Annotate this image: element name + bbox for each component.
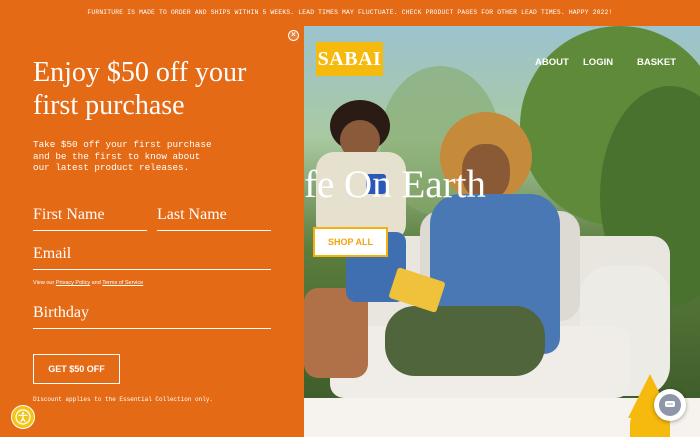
get-discount-button[interactable]: GET $50 OFF <box>33 354 120 384</box>
shop-all-button[interactable]: SHOP ALL <box>313 227 388 257</box>
announcement-bar: FURNITURE IS MADE TO ORDER AND SHIPS WIT… <box>0 0 700 26</box>
brand-logo[interactable]: SABAI <box>316 42 383 76</box>
privacy-policy-link[interactable]: Privacy Policy <box>56 280 90 286</box>
accessibility-icon <box>15 409 31 425</box>
terms-of-service-link[interactable]: Terms of Service <box>102 280 143 286</box>
nav-basket[interactable]: BASKET <box>637 57 676 68</box>
birthday-field[interactable] <box>33 304 271 329</box>
discount-popup: × Enjoy $50 off your first purchase Take… <box>0 26 304 437</box>
popup-heading: Enjoy $50 off your first purchase <box>33 57 247 121</box>
last-name-field[interactable] <box>157 206 271 231</box>
legal-note-and: and <box>91 280 101 286</box>
nav-login[interactable]: LOGIN <box>583 57 613 68</box>
discount-fine-print: Discount applies to the Essential Collec… <box>33 396 214 403</box>
chat-icon <box>659 394 681 416</box>
legal-note: View our Privacy Policy and Terms of Ser… <box>33 280 143 286</box>
nav-about[interactable]: ABOUT <box>535 57 569 68</box>
popup-description: Take $50 off your first purchase and be … <box>33 139 212 174</box>
first-name-field[interactable] <box>33 206 147 231</box>
email-field[interactable] <box>33 245 271 270</box>
close-icon[interactable]: × <box>288 30 299 41</box>
hero-title: fe On Earth <box>304 163 486 206</box>
legal-note-prefix: View our <box>33 280 55 286</box>
chat-widget-button[interactable] <box>654 389 686 421</box>
accessibility-button[interactable] <box>11 405 35 429</box>
